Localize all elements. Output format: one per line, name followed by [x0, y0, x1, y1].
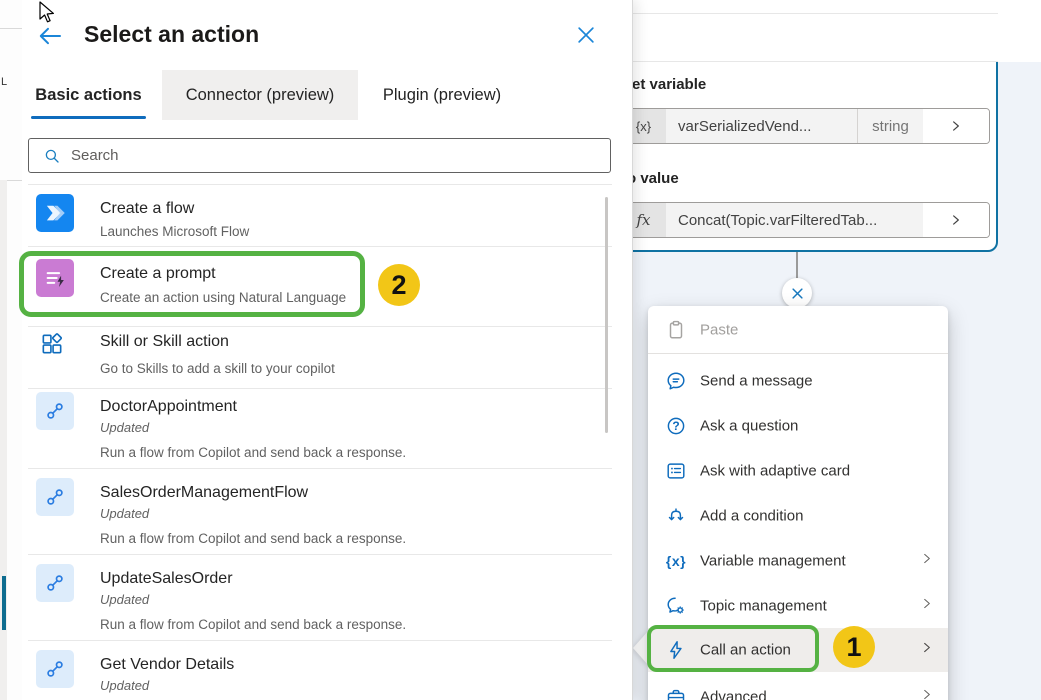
list-item-status: Updated — [100, 420, 149, 435]
skill-icon — [39, 331, 65, 357]
list-item-status: Updated — [100, 592, 149, 607]
list-item-subtitle: Launches Microsoft Flow — [100, 224, 249, 239]
variable-field-expand[interactable] — [923, 109, 989, 143]
list-item-subtitle: Go to Skills to add a skill to your copi… — [100, 361, 335, 376]
list-item-skill[interactable]: Skill or Skill action Go to Skills to ad… — [22, 325, 612, 387]
list-item-status: Updated — [100, 506, 149, 521]
chevron-right-icon — [920, 641, 934, 660]
search-input[interactable] — [71, 147, 610, 164]
clipped-text-fragment: L — [1, 76, 7, 88]
question-icon: ? — [664, 414, 688, 438]
tab-plugin-preview[interactable]: Plugin (preview) — [362, 70, 522, 120]
close-dialog-button[interactable] — [575, 24, 597, 46]
variable-name-value[interactable]: varSerializedVend... — [666, 109, 857, 143]
highlight-box-call-an-action — [647, 625, 819, 672]
dialog-title: Select an action — [84, 21, 259, 48]
active-tab-indicator — [31, 116, 146, 119]
message-icon — [664, 369, 688, 393]
highlight-box-create-a-prompt — [19, 251, 365, 317]
selection-indicator-bar — [2, 576, 6, 630]
menu-item-paste[interactable]: Paste — [648, 308, 948, 352]
menu-item-advanced[interactable]: Advanced — [648, 674, 948, 700]
separator — [648, 353, 948, 354]
mouse-cursor-icon — [36, 1, 56, 32]
scrollbar-thumb[interactable] — [605, 197, 608, 433]
menu-item-label: Ask a question — [700, 417, 798, 434]
list-item-title: Get Vendor Details — [100, 656, 234, 674]
tab-basic-actions[interactable]: Basic actions — [31, 70, 146, 120]
separator — [28, 246, 612, 247]
list-item-get-vendor-details[interactable]: Get Vendor Details Updated — [22, 646, 612, 700]
divider — [633, 13, 998, 14]
list-item-doctorappointment[interactable]: DoctorAppointment Updated Run a flow fro… — [22, 388, 612, 472]
menu-item-ask-a-question[interactable]: ? Ask a question — [648, 403, 948, 448]
close-icon — [575, 24, 597, 46]
menu-item-label: Add a condition — [700, 507, 803, 524]
menu-item-ask-with-adaptive-card[interactable]: Ask with adaptive card — [648, 448, 948, 493]
adaptive-card-icon — [664, 459, 688, 483]
topic-gear-icon — [664, 594, 688, 618]
separator — [28, 184, 612, 185]
list-item-title: Create a flow — [100, 200, 194, 218]
chevron-right-icon — [949, 213, 963, 227]
menu-item-send-a-message[interactable]: Send a message — [648, 358, 948, 403]
set-variable-label: Set variable — [622, 76, 706, 93]
flow-icon — [36, 392, 74, 430]
chevron-right-icon — [949, 119, 963, 133]
app-screenshot: Set variable {x} varSerializedVend... st… — [0, 0, 1041, 700]
search-icon — [43, 147, 61, 165]
list-item-description: Run a flow from Copilot and send back a … — [100, 445, 406, 460]
list-item-updatesalesorder[interactable]: UpdateSalesOrder Updated Run a flow from… — [22, 560, 612, 644]
value-field[interactable]: fx Concat(Topic.varFilteredTab... — [620, 202, 990, 238]
power-automate-icon — [36, 194, 74, 232]
menu-item-label: Paste — [700, 322, 738, 339]
list-item-create-a-flow[interactable]: Create a flow Launches Microsoft Flow — [22, 190, 612, 246]
menu-item-label: Topic management — [700, 597, 827, 614]
menu-item-label: Ask with adaptive card — [700, 462, 850, 479]
briefcase-icon — [664, 685, 688, 700]
background-app-edge: L — [0, 0, 22, 700]
flow-icon — [36, 564, 74, 602]
chevron-right-icon — [920, 596, 934, 615]
menu-item-topic-management[interactable]: Topic management — [648, 583, 948, 628]
menu-item-label: Send a message — [700, 372, 813, 389]
flow-icon — [36, 478, 74, 516]
menu-item-label: Advanced — [700, 688, 767, 700]
value-field-expand[interactable] — [923, 203, 989, 237]
menu-item-variable-management[interactable]: {x} Variable management — [648, 538, 948, 583]
divider — [633, 61, 998, 62]
search-box[interactable] — [28, 138, 611, 173]
clipboard-icon — [664, 318, 688, 342]
list-item-status: Updated — [100, 678, 149, 693]
close-add-node-button[interactable] — [782, 278, 812, 308]
divider — [0, 28, 22, 29]
formula-value[interactable]: Concat(Topic.varFilteredTab... — [666, 203, 923, 237]
flow-icon — [36, 650, 74, 688]
condition-branch-icon — [664, 504, 688, 528]
canvas-header-band — [633, 0, 1041, 62]
variable-field[interactable]: {x} varSerializedVend... string — [620, 108, 990, 144]
variable-type: string — [857, 109, 923, 143]
list-item-title: SalesOrderManagementFlow — [100, 484, 308, 502]
list-item-title: Skill or Skill action — [100, 333, 229, 351]
list-item-description: Run a flow from Copilot and send back a … — [100, 531, 406, 546]
chevron-right-icon — [920, 551, 934, 570]
menu-item-add-a-condition[interactable]: Add a condition — [648, 493, 948, 538]
node-connector-line — [796, 252, 798, 280]
list-item-salesordermanagementflow[interactable]: SalesOrderManagementFlow Updated Run a f… — [22, 474, 612, 558]
list-item-description: Run a flow from Copilot and send back a … — [100, 617, 406, 632]
close-icon — [790, 286, 805, 301]
menu-item-label: Variable management — [700, 552, 846, 569]
tab-connector-preview[interactable]: Connector (preview) — [162, 70, 358, 120]
step-badge-2: 2 — [378, 264, 420, 306]
list-item-title: UpdateSalesOrder — [100, 570, 233, 588]
variable-icon: {x} — [664, 549, 688, 573]
chevron-right-icon — [920, 687, 934, 700]
list-item-title: DoctorAppointment — [100, 398, 237, 416]
select-action-dialog: Select an action Basic actions Connector… — [22, 0, 633, 700]
step-badge-1: 1 — [833, 626, 875, 668]
